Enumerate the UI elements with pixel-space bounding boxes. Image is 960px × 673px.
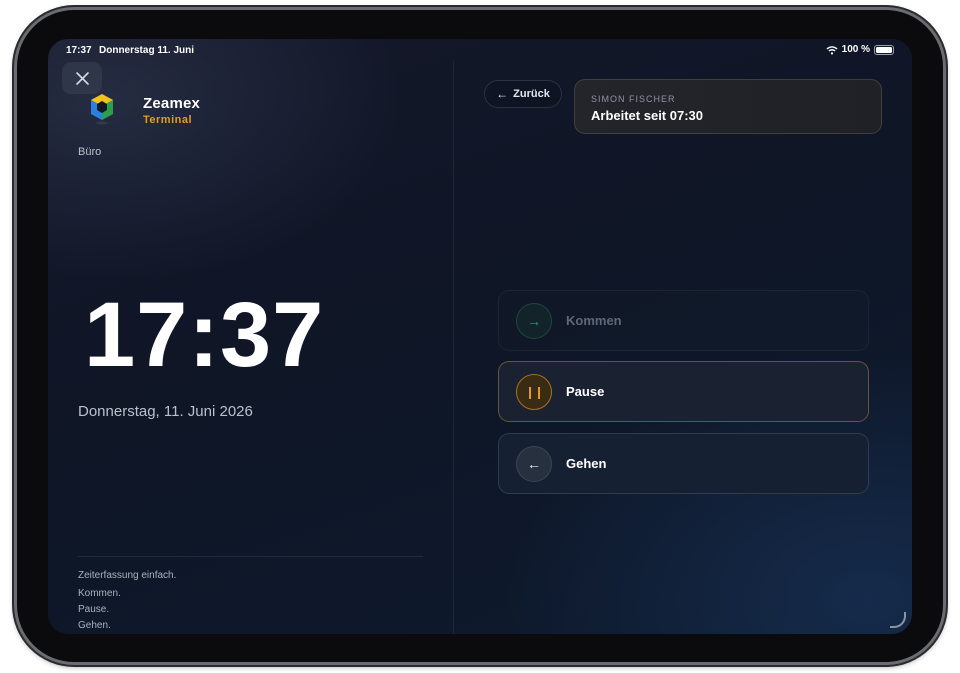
back-button[interactable]: ← Zurück (484, 80, 562, 108)
brand-subtitle: Terminal (143, 114, 193, 126)
pause-label: Pause (566, 384, 605, 399)
footer-line-pause: Pause. (78, 604, 110, 615)
corner-indicator (890, 612, 906, 628)
status-bar: 17:37 Donnerstag 11. Juni 100 % (48, 39, 912, 61)
panel-divider (453, 61, 454, 634)
user-card: SIMON FISCHER Arbeitet seit 07:30 (574, 79, 882, 134)
footer-divider (78, 556, 423, 557)
wifi-icon (826, 45, 838, 54)
status-time: 17:37 (66, 45, 92, 56)
location-label: Büro (78, 146, 102, 158)
back-button-label: Zurück (513, 88, 550, 100)
kommen-label: Kommen (566, 313, 622, 328)
footer-line-kommen: Kommen. (78, 588, 121, 599)
clock-time: 17:37 (84, 284, 325, 386)
footer-tagline: Zeiterfassung einfach. (78, 570, 177, 581)
gehen-label: Gehen (566, 456, 607, 471)
kommen-button[interactable]: → Kommen (498, 290, 869, 351)
status-indicators: 100 % (826, 44, 894, 55)
zeamex-logo-icon (91, 94, 113, 125)
arrow-right-icon: → (516, 302, 552, 339)
brand-name: Zeamex (143, 95, 201, 112)
battery-percent: 100 % (841, 44, 870, 55)
close-button[interactable] (62, 62, 102, 94)
pause-icon: ❙❙ (516, 373, 552, 410)
arrow-left-icon: ← (516, 445, 552, 482)
pause-button[interactable]: ❙❙ Pause (498, 361, 869, 422)
user-name: SIMON FISCHER (591, 94, 676, 104)
footer-line-gehen: Gehen. (78, 620, 111, 631)
close-icon (75, 71, 89, 85)
terminal-screen: 17:37 Donnerstag 11. Juni 100 % Zeamex T… (48, 39, 912, 634)
gehen-button[interactable]: ← Gehen (498, 433, 869, 494)
battery-icon (874, 44, 894, 55)
arrow-left-icon: ← (496, 87, 509, 101)
status-date: Donnerstag 11. Juni (99, 45, 195, 56)
user-status: Arbeitet seit 07:30 (591, 108, 703, 123)
clock-date: Donnerstag, 11. Juni 2026 (78, 403, 253, 420)
